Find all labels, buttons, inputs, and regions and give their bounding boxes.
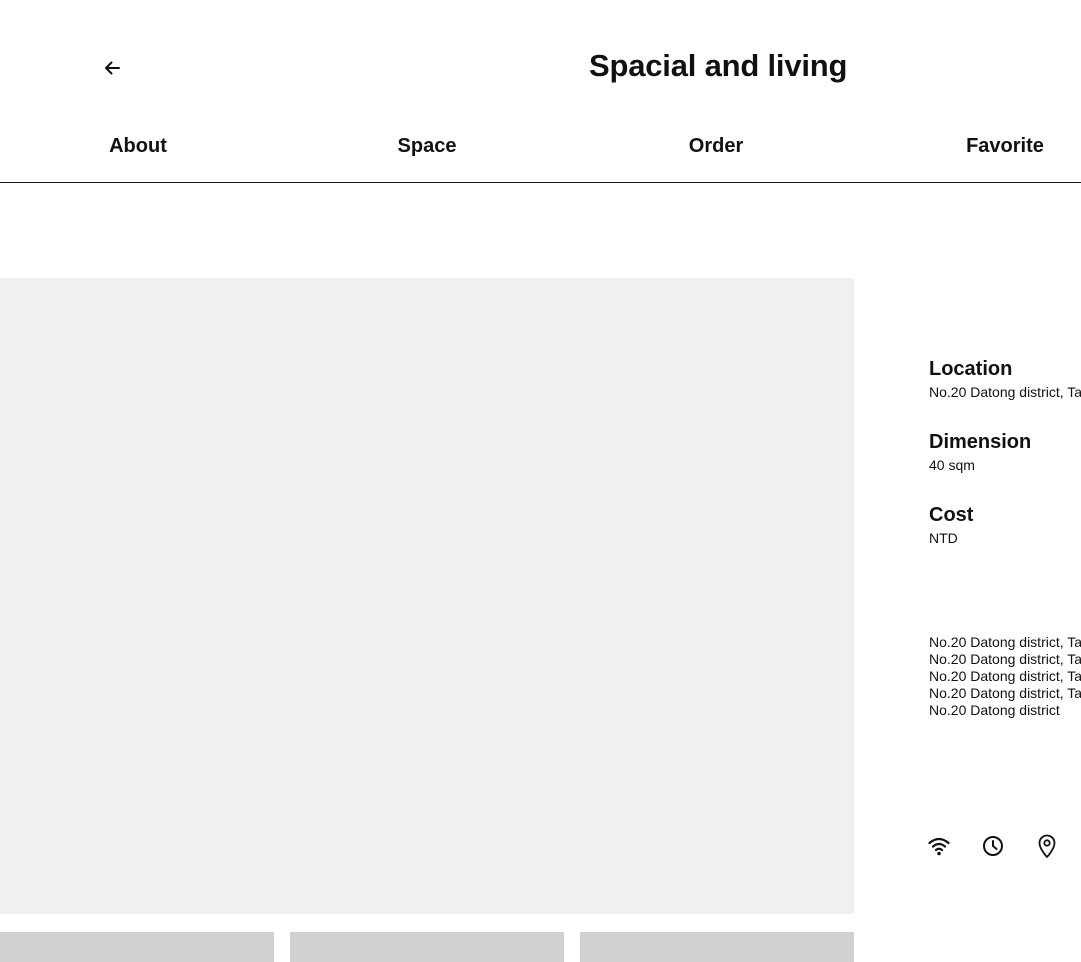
cost-value: NTD [929,530,958,546]
main-image-placeholder [0,278,854,914]
page-title: Spacial and living [589,48,848,83]
back-button[interactable] [98,54,126,82]
location-label: Location [929,358,1013,380]
tab-space[interactable]: Space [337,110,517,182]
amenities-row [927,833,1059,859]
description-text: No.20 Datong district, Taipei No.20 Dato… [929,634,1081,719]
tab-bar: About Space Order Favorite [0,110,1081,183]
dimension-label: Dimension [929,431,1032,453]
thumbnail-1[interactable] [0,932,274,962]
thumbnail-3[interactable] [580,932,854,962]
description-line: No.20 Datong district [929,702,1060,718]
dimension-value: 40 sqm [929,457,975,473]
location-block: Location No.20 Datong district, Taipei [929,356,1081,402]
wifi-icon [927,833,951,859]
tab-favorite[interactable]: Favorite [915,110,1081,182]
thumbnail-2[interactable] [290,932,564,962]
dimension-block: Dimension 40 sqm [929,429,1031,475]
clock-icon [981,833,1005,859]
arrow-left-icon [105,61,120,75]
description-line: No.20 Datong district, Taipei [929,651,1081,667]
location-pin-icon [1035,833,1059,859]
description-line: No.20 Datong district, Taipei [929,634,1081,650]
location-value: No.20 Datong district, Taipei [929,384,1081,400]
cost-block: Cost NTD [929,502,973,548]
tab-order[interactable]: Order [626,110,806,182]
tab-about[interactable]: About [48,110,228,182]
description-line: No.20 Datong district, Taipei [929,668,1081,684]
cost-label: Cost [929,504,974,526]
description-line: No.20 Datong district, Taipei [929,685,1081,701]
